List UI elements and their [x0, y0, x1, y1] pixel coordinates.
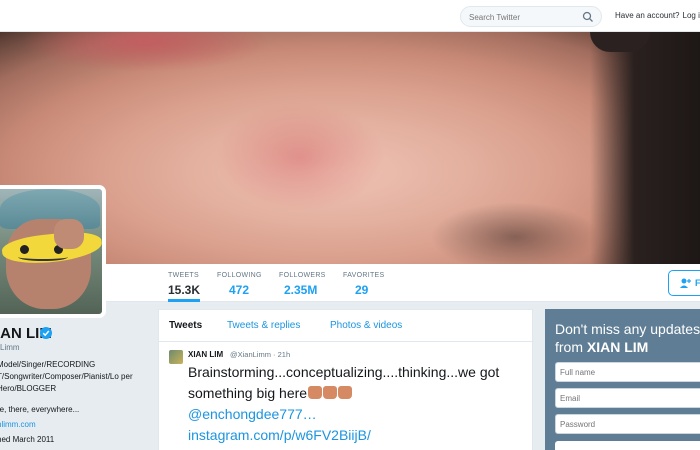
profile-url[interactable]: nlimm.com [0, 420, 36, 429]
tweet-text: Brainstorming...conceptualizing....think… [188, 362, 528, 446]
tweet-link[interactable]: instagram.com/p/w6FV2BiijB/ [188, 425, 528, 446]
banner-detail [590, 32, 700, 264]
stat-value: 15.3K [168, 283, 201, 297]
stat-value: 2.35M [284, 283, 318, 297]
tweet-mention[interactable]: @enchongdee777… [188, 404, 528, 425]
avatar [0, 185, 106, 318]
stat-label: FOLLOWERS [279, 272, 326, 279]
tab-tweets[interactable]: Tweets [169, 320, 202, 331]
stat-followers[interactable]: FOLLOWERS 2.35M [279, 272, 326, 297]
signup-heading-from: from [555, 339, 587, 355]
login-link[interactable]: Log i [683, 11, 700, 20]
tweet[interactable]: XIAN LIM @XianLimm · 21h Brainstorming..… [159, 342, 534, 450]
account-prompt: Have an account? Log i [615, 11, 700, 20]
stat-tweets[interactable]: TWEETS 15.3K [168, 272, 201, 302]
banner-detail [20, 32, 270, 72]
thumbs-up-icon [338, 386, 353, 399]
banner-detail [215, 102, 385, 212]
stat-label: FAVORITES [343, 272, 385, 279]
top-bar: Have an account?Log i [0, 0, 700, 32]
email-field[interactable] [555, 388, 700, 408]
stat-following[interactable]: FOLLOWING 472 [217, 272, 262, 297]
stat-value: 29 [355, 283, 369, 297]
profile-joined: ned March 2011 [0, 435, 55, 444]
search-input[interactable] [469, 11, 579, 23]
stat-label: TWEETS [168, 272, 199, 279]
timeline-tabs: Tweets Tweets & replies Photos & videos [159, 310, 534, 342]
tweet-author[interactable]: XIAN LIM [188, 350, 223, 359]
tweet-handle-time[interactable]: @XianLimm · 21h [230, 350, 290, 359]
profile-location: re, there, everywhere... [0, 405, 80, 414]
stat-value: 472 [229, 283, 250, 297]
follow-button[interactable]: F [668, 270, 700, 296]
account-text: Have an account? [615, 11, 680, 20]
search-icon[interactable] [582, 11, 594, 23]
tab-tweets-replies[interactable]: Tweets & replies [227, 320, 300, 331]
profile-handle[interactable]: Limm [0, 343, 20, 352]
stat-favorites[interactable]: FAVORITES 29 [343, 272, 384, 297]
fullname-field[interactable] [555, 362, 700, 382]
signup-panel: Don't miss any updates from XIAN LIM [545, 309, 700, 450]
follow-label: F [695, 278, 700, 288]
timeline: Tweets Tweets & replies Photos & videos … [158, 309, 534, 450]
signup-button[interactable] [555, 441, 700, 450]
profile-bio: Model/Singer/RECORDING T/Songwriter/Comp… [0, 360, 133, 393]
search-box[interactable] [460, 6, 602, 27]
password-field[interactable] [555, 414, 700, 434]
signup-heading-name: XIAN LIM [586, 339, 649, 355]
avatar-detail [54, 219, 84, 249]
stat-label: FOLLOWING [217, 272, 262, 279]
signup-heading: Don't miss any updates from XIAN LIM [555, 320, 700, 356]
thumbs-up-icon [308, 386, 323, 399]
signup-heading-line: Don't miss any updates [555, 321, 700, 337]
tweet-avatar[interactable] [169, 350, 183, 364]
avatar-detail [18, 253, 68, 261]
add-user-icon [680, 278, 691, 288]
verified-icon [40, 327, 52, 339]
banner-detail [430, 202, 600, 264]
tab-photos-videos[interactable]: Photos & videos [330, 320, 402, 331]
thumbs-up-icon [323, 386, 338, 399]
